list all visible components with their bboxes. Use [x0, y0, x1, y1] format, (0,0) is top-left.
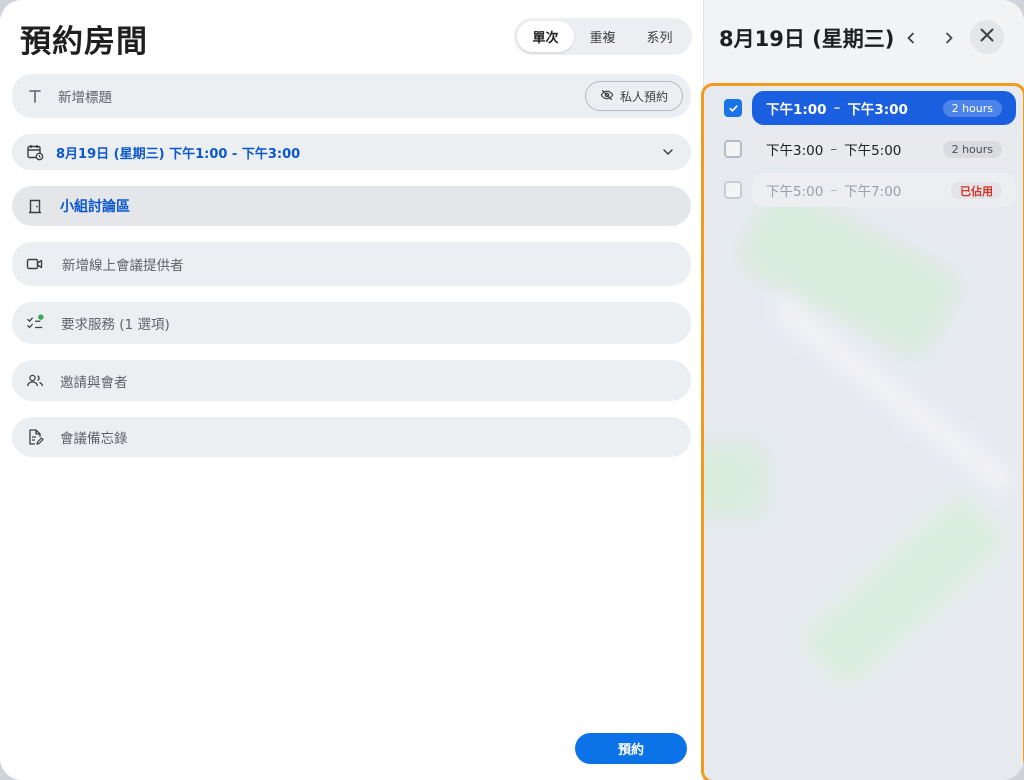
door-icon: [26, 197, 44, 215]
slot-start: 下午1:00: [766, 102, 827, 118]
datetime-text: 8月19日 (星期三) 下午1:00 - 下午3:00: [56, 146, 301, 162]
video-icon: [26, 255, 44, 273]
time-slot-list: 下午1:00 – 下午3:00 2 hours 下午3:00 – 下午5:00 …: [701, 83, 1024, 780]
title-placeholder: 新增標題: [58, 90, 112, 106]
slot-end: 下午3:00: [847, 102, 908, 118]
slot-end: 下午7:00: [844, 184, 902, 200]
tab-series[interactable]: 系列: [631, 21, 688, 52]
time-slot-panel: 8月19日 (星期三) 下午1:00 – 下午3:00 2 hours 下午3:…: [701, 0, 1024, 780]
book-button[interactable]: 預約: [575, 733, 687, 764]
time-slot-pill[interactable]: 下午3:00 – 下午5:00 2 hours: [752, 132, 1016, 166]
title-icon: [26, 87, 44, 105]
slot-start: 下午5:00: [766, 184, 824, 200]
chevron-left-icon[interactable]: [899, 26, 923, 50]
room-name: 小組討論區: [60, 199, 130, 215]
people-icon: [26, 372, 44, 390]
close-icon: [979, 27, 995, 47]
time-slot-row[interactable]: 下午1:00 – 下午3:00 2 hours: [704, 91, 1023, 125]
note-edit-icon: [26, 428, 44, 446]
services-field[interactable]: 要求服務 (1 選項): [12, 302, 691, 344]
time-slot-row[interactable]: 下午3:00 – 下午5:00 2 hours: [704, 132, 1023, 166]
slot-dash: –: [833, 100, 841, 116]
tab-recurring[interactable]: 重複: [574, 21, 631, 52]
slot-duration-badge: 2 hours: [942, 141, 1002, 158]
checklist-icon: [26, 314, 44, 332]
background-map-shape: [704, 446, 764, 516]
slot-duration-badge: 2 hours: [942, 100, 1002, 117]
chevron-right-icon[interactable]: [937, 26, 961, 50]
booking-form-panel: 預約房間 單次 重複 系列 新增標題 私人預約 8月19日 (星期三) 下午1:…: [0, 0, 703, 780]
time-slot-row: 下午5:00 – 下午7:00 已佔用: [704, 173, 1023, 207]
book-room-dialog: 預約房間 單次 重複 系列 新增標題 私人預約 8月19日 (星期三) 下午1:…: [0, 0, 1024, 780]
online-meeting-field[interactable]: 新增線上會議提供者: [12, 242, 691, 286]
background-map-shape: [735, 181, 963, 361]
slot-dash: –: [830, 182, 838, 198]
room-field[interactable]: 小組討論區: [12, 186, 691, 226]
services-label: 要求服務 (1 選項): [61, 317, 170, 333]
check-icon: [728, 99, 739, 118]
notes-field[interactable]: 會議備忘錄: [12, 417, 691, 457]
dialog-title: 預約房間: [20, 24, 148, 60]
notes-label: 會議備忘錄: [60, 431, 128, 447]
slot-end: 下午5:00: [844, 143, 902, 159]
private-booking-label: 私人預約: [619, 89, 668, 104]
online-meeting-label: 新增線上會議提供者: [62, 258, 184, 274]
calendar-clock-icon: [26, 143, 44, 161]
recurrence-segmented-control: 單次 重複 系列: [514, 18, 692, 55]
background-map-shape: [798, 491, 1010, 691]
slot-occupied-badge: 已佔用: [951, 182, 1002, 199]
close-button[interactable]: [970, 20, 1004, 54]
slot-start: 下午3:00: [766, 143, 824, 159]
slot-checkbox: [724, 181, 742, 199]
invite-field[interactable]: 邀請與會者: [12, 360, 691, 401]
slot-checkbox[interactable]: [724, 140, 742, 158]
title-field[interactable]: 新增標題 私人預約: [12, 74, 691, 118]
selected-date-heading: 8月19日 (星期三): [719, 27, 895, 51]
eye-off-icon: [600, 88, 614, 105]
slot-dash: –: [830, 141, 838, 157]
slot-checkbox[interactable]: [724, 99, 742, 117]
time-slot-pill: 下午5:00 – 下午7:00 已佔用: [752, 173, 1016, 207]
time-slot-pill[interactable]: 下午1:00 – 下午3:00 2 hours: [752, 91, 1016, 125]
invite-label: 邀請與會者: [60, 374, 128, 391]
datetime-selector[interactable]: 8月19日 (星期三) 下午1:00 - 下午3:00: [12, 134, 691, 170]
chevron-down-icon[interactable]: [661, 144, 675, 163]
tab-single[interactable]: 單次: [517, 21, 574, 52]
private-booking-button[interactable]: 私人預約: [585, 81, 683, 111]
